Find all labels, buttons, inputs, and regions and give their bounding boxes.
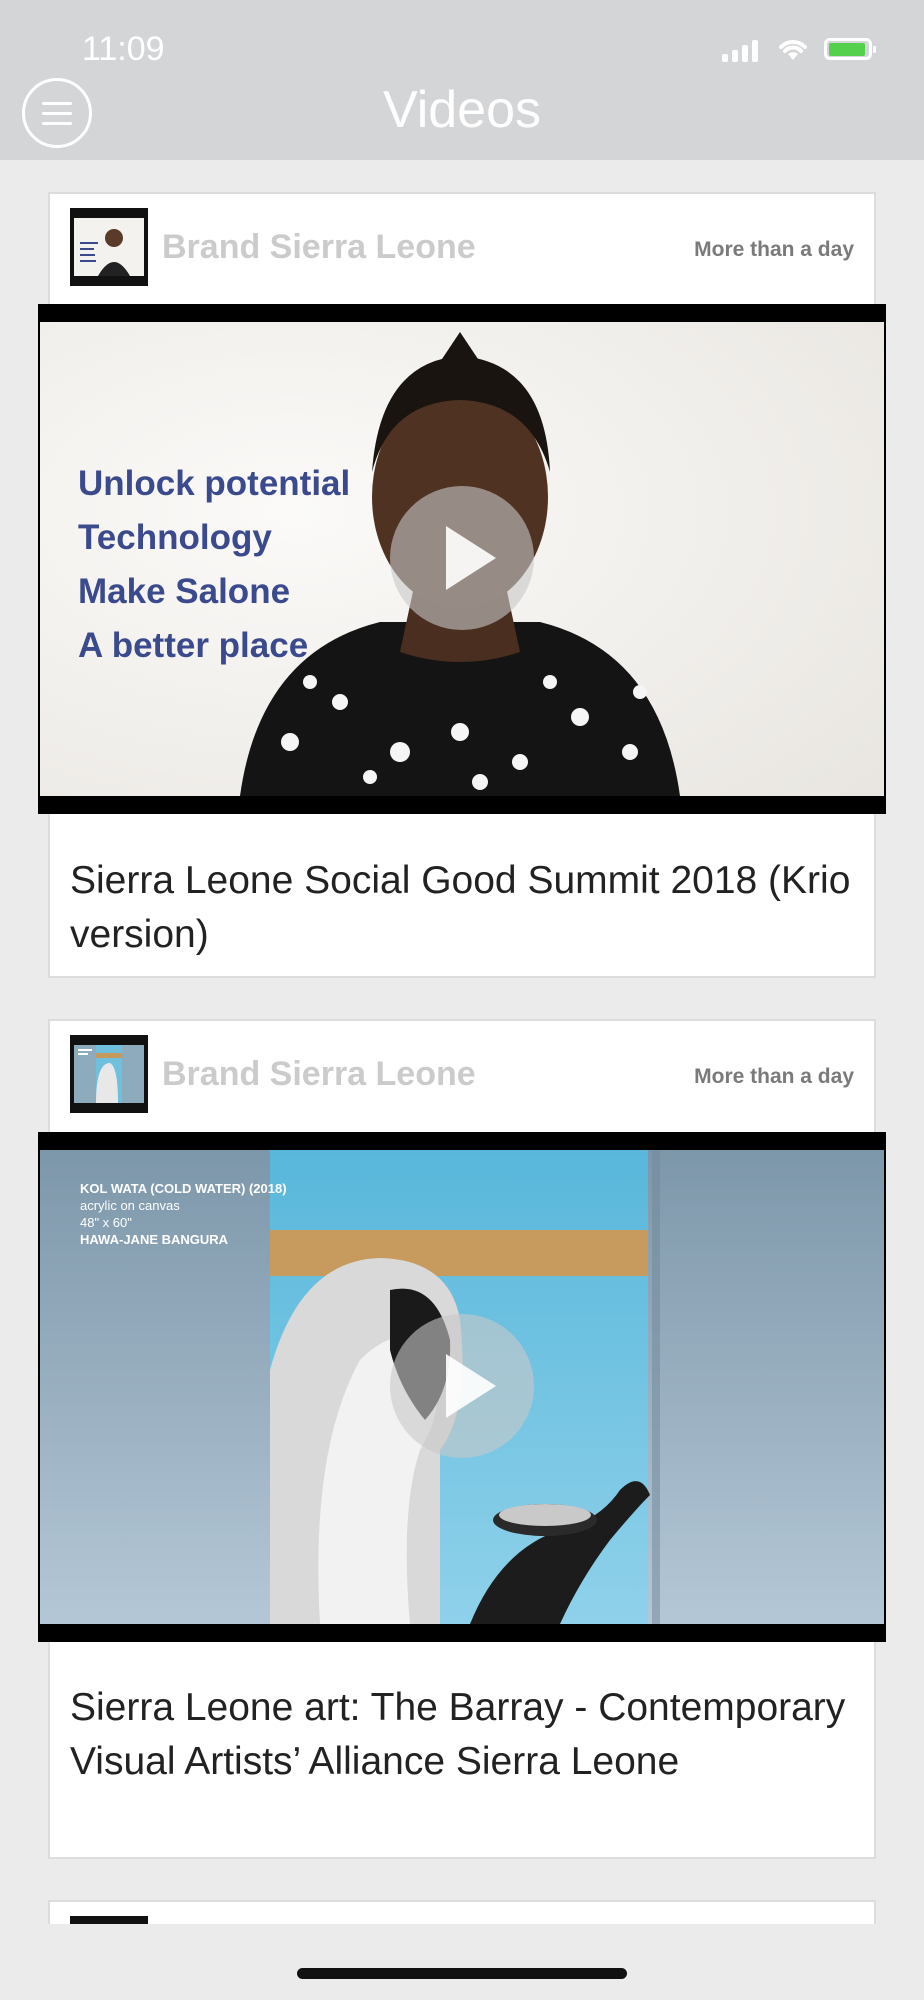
- video-title[interactable]: Sierra Leone art: The Barray - Contempor…: [70, 1681, 854, 1789]
- status-time: 11:09: [82, 30, 165, 68]
- avatar[interactable]: [70, 1035, 148, 1113]
- author-name[interactable]: Brand Sierra Leone: [162, 1055, 476, 1094]
- avatar[interactable]: [70, 208, 148, 286]
- card-header: Brand Sierra Leone More than a day: [50, 1021, 874, 1133]
- author-name[interactable]: Brand Sierra Leone: [162, 228, 476, 267]
- wifi-icon: [779, 40, 807, 60]
- thumbnail-overlay-text: Unlock potential Technology Make Salone …: [78, 464, 351, 665]
- thumbnail-caption: KOL WATA (COLD WATER) (2018) acrylic on …: [80, 1181, 287, 1247]
- video-title[interactable]: Sierra Leone Social Good Summit 2018 (Kr…: [70, 854, 854, 962]
- battery-icon: [824, 38, 876, 60]
- video-player[interactable]: KOL WATA (COLD WATER) (2018) acrylic on …: [38, 1132, 886, 1642]
- post-timestamp: More than a day: [694, 1065, 854, 1088]
- post-timestamp: More than a day: [694, 238, 854, 261]
- play-button-icon[interactable]: [390, 486, 534, 630]
- card-header: Brand Sierra Leone More than a day: [50, 194, 874, 306]
- video-player[interactable]: Unlock potential Technology Make Salone …: [38, 304, 886, 814]
- cellular-signal-icon: [722, 36, 762, 62]
- page-title: Videos: [382, 81, 542, 139]
- bottom-safe-area: [0, 1924, 924, 2000]
- app-header: 11:09 Videos: [0, 0, 924, 160]
- home-indicator[interactable]: [297, 1968, 627, 1979]
- status-icons: [722, 36, 876, 62]
- play-button-icon[interactable]: [390, 1314, 534, 1458]
